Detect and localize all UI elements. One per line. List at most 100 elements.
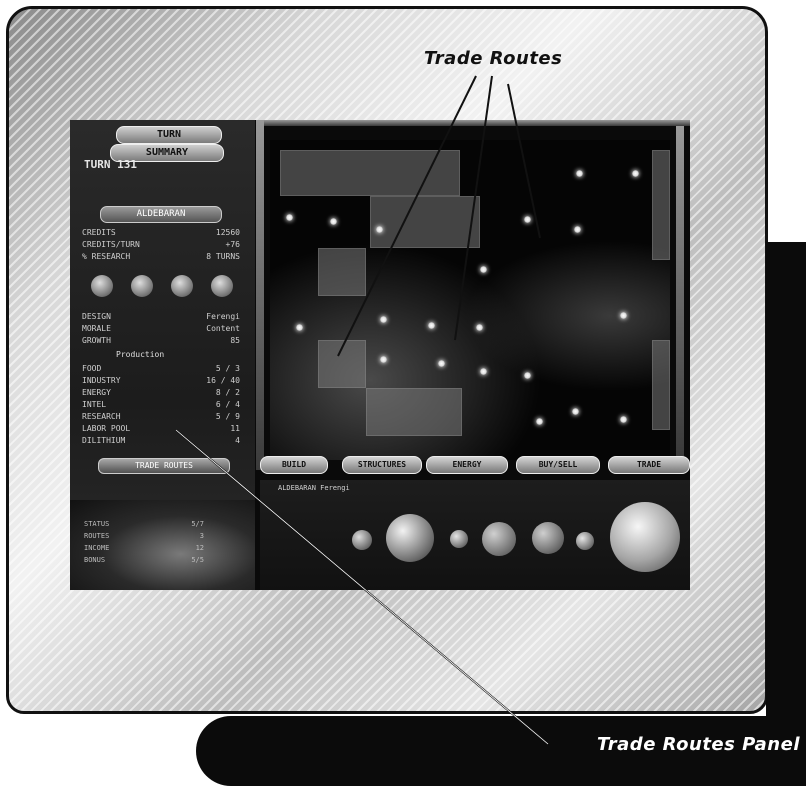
production-row: INDUSTRY 16 / 40 xyxy=(82,376,240,385)
planet-icon[interactable] xyxy=(386,514,434,562)
production-row: ENERGY 8 / 2 xyxy=(82,388,240,397)
turn-number: TURN 131 xyxy=(84,158,137,171)
galaxy-map[interactable] xyxy=(270,140,670,460)
system-planets-panel: ALDEBARAN Ferengi xyxy=(260,480,690,590)
production-label: INDUSTRY xyxy=(82,376,121,385)
info-label: MORALE xyxy=(82,324,111,333)
sector-cell[interactable] xyxy=(652,340,670,430)
frame-right xyxy=(676,126,684,456)
planet-icon[interactable] xyxy=(482,522,516,556)
star-system[interactable] xyxy=(620,416,627,423)
star-system[interactable] xyxy=(438,360,445,367)
production-value: 5 / 9 xyxy=(215,412,240,421)
production-row: RESEARCH 5 / 9 xyxy=(82,412,240,421)
production-value: 11 xyxy=(230,424,240,433)
screen-tabs: BUILD STRUCTURES ENERGY BUY/SELL TRADE xyxy=(260,456,690,474)
lower-stat-value: 5/5 xyxy=(191,556,204,564)
stat-value: 12560 xyxy=(215,228,240,237)
star-system[interactable] xyxy=(296,324,303,331)
frame-top xyxy=(264,120,690,126)
info-row-morale: MORALE Content xyxy=(82,324,240,333)
stat-value: 8 TURNS xyxy=(206,252,240,261)
production-value: 4 xyxy=(235,436,240,445)
star-system[interactable] xyxy=(620,312,627,319)
star-system[interactable] xyxy=(476,324,483,331)
star-system[interactable] xyxy=(428,322,435,329)
sector-cell[interactable] xyxy=(280,150,460,196)
stat-row-credits-per-turn: CREDITS/TURN +76 xyxy=(82,240,240,249)
planet-icon[interactable] xyxy=(131,275,153,297)
lower-stat-value: 5/7 xyxy=(191,520,204,528)
planet-icon[interactable] xyxy=(576,532,594,550)
trade-routes-panel-callout: Trade Routes Panel xyxy=(596,734,800,755)
lower-stat-value: 3 xyxy=(199,532,204,540)
race-icon-row xyxy=(82,272,242,300)
stat-label: % RESEARCH xyxy=(82,252,131,261)
star-system[interactable] xyxy=(286,214,293,221)
star-system[interactable] xyxy=(380,356,387,363)
star-system[interactable] xyxy=(572,408,579,415)
tab-energy[interactable]: ENERGY xyxy=(426,456,508,474)
info-value: Content xyxy=(206,324,240,333)
production-value: 6 / 4 xyxy=(215,400,240,409)
tab-trade[interactable]: TRADE xyxy=(608,456,690,474)
emblem-icon[interactable] xyxy=(211,275,233,297)
info-value: Ferengi xyxy=(206,312,240,321)
lower-stat-label: INCOME xyxy=(84,544,110,552)
sector-cell[interactable] xyxy=(652,150,670,260)
production-label: DILITHIUM xyxy=(82,436,126,445)
system-race: Ferengi xyxy=(320,484,350,492)
sector-cell[interactable] xyxy=(318,340,366,388)
star-system[interactable] xyxy=(380,316,387,323)
star-system[interactable] xyxy=(576,170,583,177)
right-side-bar xyxy=(766,242,806,716)
info-row-growth: GROWTH 85 xyxy=(82,336,240,345)
star-system[interactable] xyxy=(574,226,581,233)
planet-icon[interactable] xyxy=(532,522,564,554)
production-label: INTEL xyxy=(82,400,107,409)
tab-build[interactable]: BUILD xyxy=(260,456,328,474)
star-system[interactable] xyxy=(632,170,639,177)
info-value: 85 xyxy=(230,336,240,345)
trade-routes-button[interactable]: TRADE ROUTES xyxy=(98,458,230,474)
star-system[interactable] xyxy=(480,368,487,375)
ship-icon[interactable] xyxy=(171,275,193,297)
lower-stat-row: STATUS 5/7 xyxy=(84,520,204,528)
star-system[interactable] xyxy=(480,266,487,273)
system-name-label: ALDEBARAN Ferengi xyxy=(278,484,350,492)
stat-row-research: % RESEARCH 8 TURNS xyxy=(82,252,240,261)
production-label: FOOD xyxy=(82,364,102,373)
star-system[interactable] xyxy=(376,226,383,233)
planet-icon[interactable] xyxy=(352,530,372,550)
star-sun-icon[interactable] xyxy=(610,502,680,572)
trade-routes-callout: Trade Routes xyxy=(424,48,563,69)
tab-buy-sell[interactable]: BUY/SELL xyxy=(516,456,600,474)
star-system[interactable] xyxy=(330,218,337,225)
empire-icon[interactable] xyxy=(91,275,113,297)
info-row-design: DESIGN Ferengi xyxy=(82,312,240,321)
planet-icon[interactable] xyxy=(450,530,468,548)
star-system[interactable] xyxy=(536,418,543,425)
sector-cell[interactable] xyxy=(366,388,462,436)
info-label: GROWTH xyxy=(82,336,111,345)
star-system[interactable] xyxy=(524,372,531,379)
production-label: LABOR POOL xyxy=(82,424,131,433)
tab-structures[interactable]: STRUCTURES xyxy=(342,456,422,474)
turn-tab[interactable]: TURN xyxy=(116,126,222,144)
info-label: DESIGN xyxy=(82,312,111,321)
production-row: LABOR POOL 11 xyxy=(82,424,240,433)
production-row: FOOD 5 / 3 xyxy=(82,364,240,373)
stat-row-credits: CREDITS 12560 xyxy=(82,228,240,237)
production-label: RESEARCH xyxy=(82,412,121,421)
production-value: 8 / 2 xyxy=(215,388,240,397)
sector-cell[interactable] xyxy=(370,196,480,248)
stat-value: +76 xyxy=(225,240,240,249)
production-label: ENERGY xyxy=(82,388,111,397)
lower-stat-row: INCOME 12 xyxy=(84,544,204,552)
system-name-tab[interactable]: ALDEBARAN xyxy=(100,206,222,223)
lower-stat-label: ROUTES xyxy=(84,532,110,540)
stat-label: CREDITS/TURN xyxy=(82,240,140,249)
star-system[interactable] xyxy=(524,216,531,223)
sector-cell[interactable] xyxy=(318,248,366,296)
lower-stat-label: BONUS xyxy=(84,556,106,564)
